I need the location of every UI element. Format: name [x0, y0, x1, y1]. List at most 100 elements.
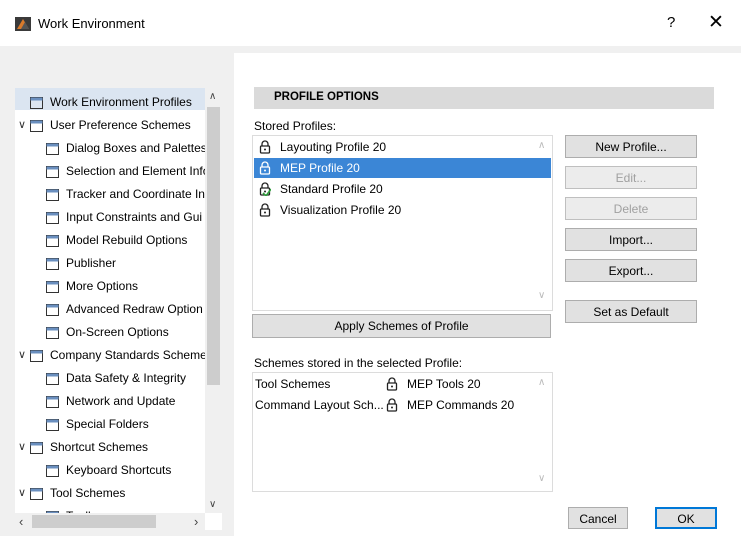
scheme-type: Command Layout Sch... — [255, 398, 384, 412]
scroll-right-icon[interactable]: › — [194, 514, 198, 529]
profile-row[interactable]: MEP Profile 20 — [254, 158, 551, 178]
set-default-button[interactable]: Set as Default — [565, 300, 697, 323]
settings-tree[interactable]: Work Environment Profiles ∨ User Preferenc… — [15, 88, 222, 530]
profile-name: MEP Profile 20 — [280, 161, 360, 175]
scroll-left-icon[interactable]: ‹ — [19, 514, 23, 529]
scheme-row[interactable]: Tool Schemes MEP Tools 20 — [255, 374, 550, 394]
tool-icon — [29, 486, 44, 500]
schemes-scroll-up-icon[interactable]: ∧ — [538, 377, 545, 388]
ok-button[interactable]: OK — [655, 507, 717, 529]
publisher-icon — [45, 256, 60, 270]
profile-row[interactable]: Layouting Profile 20 — [254, 137, 551, 157]
tree-item-label: Advanced Redraw Option — [66, 302, 203, 316]
tree-item[interactable]: Data Safety & Integrity — [15, 367, 205, 389]
cancel-button[interactable]: Cancel — [568, 507, 628, 529]
tree-item-label: Tool Schemes — [50, 486, 126, 500]
tree-item[interactable]: On-Screen Options — [15, 321, 205, 343]
schemes-list[interactable]: Tool Schemes MEP Tools 20 Command Layout S… — [252, 372, 553, 492]
window-title: Work Environment — [38, 16, 145, 31]
profile-row[interactable]: Standard Profile 20 — [254, 179, 551, 199]
schemes-scroll-down-icon[interactable]: ∨ — [538, 473, 545, 484]
sliders-icon — [45, 279, 60, 293]
stored-profiles-label: Stored Profiles: — [254, 119, 337, 133]
tree-item-label: Keyboard Shortcuts — [66, 463, 172, 477]
onscreen-icon — [45, 325, 60, 339]
monitor-icon — [29, 95, 44, 109]
tree-item[interactable]: Input Constraints and Gui — [15, 206, 205, 228]
tree-item-label: More Options — [66, 279, 139, 293]
tree-item-label: Special Folders — [66, 417, 149, 431]
section-header-label: PROFILE OPTIONS — [274, 91, 379, 103]
profile-name: Layouting Profile 20 — [280, 140, 387, 154]
import-button[interactable]: Import... — [565, 228, 697, 251]
apply-schemes-button[interactable]: Apply Schemes of Profile — [252, 314, 551, 338]
keyboard-icon — [45, 463, 60, 477]
rebuild-icon — [45, 233, 60, 247]
tree-item[interactable]: Advanced Redraw Option — [15, 298, 205, 320]
data-safety-icon — [45, 371, 60, 385]
tree-item[interactable]: Work Environment Profiles — [15, 91, 205, 113]
dialog-icon — [45, 141, 60, 155]
tree-item[interactable]: ∨ Shortcut Schemes — [15, 436, 205, 458]
tree-item[interactable]: Model Rebuild Options — [15, 229, 205, 251]
profile-name: Visualization Profile 20 — [280, 203, 402, 217]
lock-icon — [386, 377, 398, 391]
schemes-label: Schemes stored in the selected Profile: — [254, 356, 463, 370]
help-button[interactable]: ? — [667, 14, 675, 31]
user-prefs-icon — [29, 118, 44, 132]
tree-item-label: Data Safety & Integrity — [66, 371, 187, 385]
tree-item-label: User Preference Schemes — [50, 118, 191, 132]
list-scroll-up-icon[interactable]: ∧ — [538, 140, 545, 151]
list-scroll-down-icon[interactable]: ∨ — [538, 290, 545, 301]
profile-row[interactable]: Visualization Profile 20 — [254, 200, 551, 220]
export-button[interactable]: Export... — [565, 259, 697, 282]
tracker-icon — [45, 187, 60, 201]
scheme-value: MEP Commands 20 — [407, 398, 515, 412]
tree-item-label: Selection and Element Info — [66, 164, 210, 178]
tree-item[interactable]: More Options — [15, 275, 205, 297]
delete-button[interactable]: Delete — [565, 197, 697, 220]
tree-item[interactable]: Tracker and Coordinate In — [15, 183, 205, 205]
tree-item[interactable]: Special Folders — [15, 413, 205, 435]
tree-item-label: On-Screen Options — [66, 325, 169, 339]
tree-item-label: Company Standards Scheme — [50, 348, 207, 362]
tree-item-label: Dialog Boxes and Palettes — [66, 141, 207, 155]
lock-icon — [259, 140, 271, 154]
lock-icon — [259, 203, 271, 217]
scheme-row[interactable]: Command Layout Sch... MEP Commands 20 — [255, 395, 550, 415]
tree-hscroll-thumb[interactable] — [32, 515, 156, 528]
constraints-icon — [45, 210, 60, 224]
tree-item-label: Input Constraints and Gui — [66, 210, 203, 224]
shortcut-icon — [29, 440, 44, 454]
archicad-logo-icon — [15, 17, 31, 31]
scheme-value: MEP Tools 20 — [407, 377, 481, 391]
tree-item[interactable]: Dialog Boxes and Palettes — [15, 137, 207, 159]
scheme-type: Tool Schemes — [255, 377, 331, 391]
tree-item-label: Work Environment Profiles — [50, 95, 192, 109]
tree-item[interactable]: Selection and Element Info — [15, 160, 209, 182]
tree-item[interactable]: Network and Update — [15, 390, 205, 412]
section-header: PROFILE OPTIONS — [254, 87, 714, 109]
new-profile-button[interactable]: New Profile... — [565, 135, 697, 158]
tree-item[interactable]: ∨ Company Standards Scheme — [15, 344, 207, 366]
close-button[interactable]: ✕ — [708, 11, 724, 34]
scroll-up-icon[interactable]: ∧ — [209, 91, 216, 102]
redraw-icon — [45, 302, 60, 316]
stored-profiles-list[interactable]: Layouting Profile 20 MEP Profile 20 Standa… — [252, 135, 553, 311]
folder-icon — [45, 417, 60, 431]
tree-item-label: Model Rebuild Options — [66, 233, 188, 247]
globe-icon — [45, 394, 60, 408]
tree-item-label: Tracker and Coordinate In — [66, 187, 205, 201]
tree-item[interactable]: Publisher — [15, 252, 205, 274]
tree-item-label: Shortcut Schemes — [50, 440, 149, 454]
edit-button[interactable]: Edit... — [565, 166, 697, 189]
tree-item[interactable]: Keyboard Shortcuts — [15, 459, 205, 481]
lock-check-icon — [259, 182, 272, 198]
tree-item-label: Network and Update — [66, 394, 176, 408]
tree-item-label: Publisher — [66, 256, 117, 270]
tree-scroll-thumb[interactable] — [207, 107, 220, 385]
scroll-down-icon[interactable]: ∨ — [209, 499, 216, 510]
tree-item[interactable]: ∨ User Preference Schemes — [15, 114, 205, 136]
tree-item[interactable]: ∨ Tool Schemes — [15, 482, 205, 504]
lock-icon — [259, 161, 271, 175]
